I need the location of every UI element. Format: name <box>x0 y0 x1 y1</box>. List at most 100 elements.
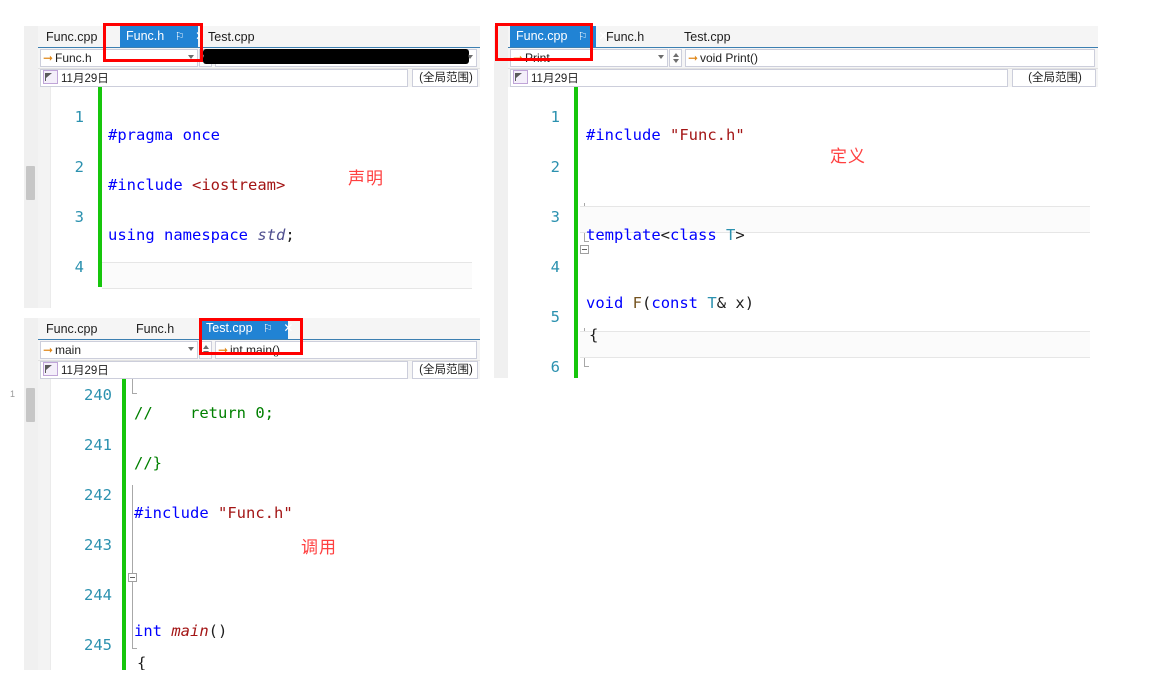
member-list-combo-func-cpp[interactable]: ➞ void Print() <box>685 49 1095 67</box>
tab-func-cpp[interactable]: Func.cpp <box>40 27 103 47</box>
editor-panel-test-cpp: Func.cpp Func.h Test.cpp ⚐ ✕ ➞ main ➞ in… <box>24 318 480 670</box>
panel-inner-func-cpp: Func.cpp ⚐ ✕ Func.h Test.cpp ➞ Print ➞ v… <box>508 26 1098 378</box>
global-scope-label: (全局范围) <box>1028 72 1082 84</box>
pin-icon[interactable]: ⚐ <box>578 27 588 48</box>
line-number: 3 <box>74 208 84 226</box>
tab-func-cpp[interactable]: Func.cpp <box>40 319 103 339</box>
line-number: 3 <box>550 208 560 226</box>
tab-func-h[interactable]: Func.h <box>600 27 650 47</box>
close-icon[interactable]: ✕ <box>283 318 293 339</box>
tab-func-cpp[interactable]: Func.cpp ⚐ ✕ <box>510 26 608 48</box>
spinner-up-icon[interactable] <box>203 345 209 349</box>
tab-label: Func.cpp <box>46 322 98 336</box>
combo-value: int main() <box>230 343 281 357</box>
member-list-combo-test-cpp[interactable]: ➞ int main() <box>215 341 477 359</box>
line-number: 5 <box>38 305 84 308</box>
combo-value: void Print() <box>700 51 759 65</box>
tab-label: Test.cpp <box>206 321 253 335</box>
tabstrip-test-cpp: Func.cpp Func.h Test.cpp ⚐ ✕ <box>38 318 480 340</box>
panel-inner-func-h: Func.cpp Func.h ⚐ ✕ Test.cpp ➞ Func.h 11… <box>38 26 480 308</box>
member-scope-combo-func-cpp[interactable]: ➞ Print <box>510 49 668 67</box>
tab-test-cpp[interactable]: Test.cpp ⚐ ✕ <box>200 318 293 340</box>
tab-test-cpp[interactable]: Test.cpp <box>202 27 261 47</box>
code-area-func-h[interactable]: 1 #pragma once 2 #include <iostream> 3 u… <box>38 87 480 308</box>
tabstrip-func-h: Func.cpp Func.h ⚐ ✕ Test.cpp <box>38 26 480 48</box>
spinner-down-icon[interactable] <box>203 351 209 355</box>
code-area-test-cpp[interactable]: 240 // return 0; 241 //} 242 #include "F… <box>38 379 480 670</box>
line-number: 2 <box>74 158 84 176</box>
scrollbar-thumb-func-h[interactable] <box>26 166 35 200</box>
tab-func-h[interactable]: Func.h ⚐ ✕ <box>120 26 205 48</box>
scopebar-func-cpp: 11月29日 (全局范围) <box>508 69 1098 89</box>
code-line: 4 void F(const T& x) <box>508 237 1098 312</box>
arrow-right-icon: ➞ <box>512 51 524 65</box>
global-scope-box-func-cpp[interactable]: (全局范围) <box>1012 69 1096 87</box>
code-line: 3 template<class T> <box>508 187 1098 244</box>
member-scope-combo-test-cpp[interactable]: ➞ main <box>40 341 198 359</box>
current-line-highlight-func-h <box>102 262 472 289</box>
code-line: 246 F(1); <box>38 665 480 670</box>
chevron-down-icon[interactable] <box>658 55 664 59</box>
redaction-bar-lower <box>203 55 469 64</box>
line-number: 5 <box>550 308 560 326</box>
combo-value: Func.h <box>55 51 92 65</box>
global-scope-label: (全局范围) <box>419 364 473 376</box>
fold-toggle-icon[interactable] <box>128 573 137 582</box>
tab-label: Func.cpp <box>46 30 98 44</box>
tabstrip-func-cpp: Func.cpp ⚐ ✕ Func.h Test.cpp <box>508 26 1098 48</box>
editor-panel-func-h: Func.cpp Func.h ⚐ ✕ Test.cpp ➞ Func.h 11… <box>24 26 480 308</box>
pin-icon[interactable]: ⚐ <box>263 319 273 340</box>
nav-spinner-func-cpp[interactable] <box>669 49 682 67</box>
flag-icon <box>513 70 528 84</box>
date-label: 11月29日 <box>61 365 109 377</box>
annotation-declaration: 声明 <box>348 169 384 189</box>
annotation-definition: 定义 <box>830 147 866 167</box>
code-line: 1 #include "Func.h" <box>508 87 1098 144</box>
date-scope-box-test-cpp[interactable]: 11月29日 <box>40 361 408 379</box>
chevron-down-icon[interactable] <box>188 347 194 351</box>
screenshot-root: Func.cpp Func.h ⚐ ✕ Test.cpp ➞ Func.h 11… <box>0 0 1157 679</box>
code-line: 3 using namespace std; <box>38 187 480 244</box>
arrow-right-icon: ➞ <box>42 343 54 357</box>
panel-left-strip-func-cpp <box>494 26 509 378</box>
spinner-down-icon[interactable] <box>673 59 679 63</box>
line-number: 240 <box>84 386 112 404</box>
code-line: 245 { <box>38 615 480 670</box>
code-line: 1 #pragma once <box>38 87 480 144</box>
line-number: 243 <box>84 536 112 554</box>
arrow-right-icon: ➞ <box>687 51 699 65</box>
code-line: 241 //} <box>38 415 480 472</box>
line-number: 1 <box>550 108 560 126</box>
line-text: cout << "void F(const T& x)" << endl; <box>589 373 971 378</box>
code-area-func-cpp[interactable]: 1 #include "Func.h" 2 3 template<class T… <box>508 87 1098 378</box>
nav-spinner-test-cpp[interactable] <box>199 341 212 359</box>
tab-func-h[interactable]: Func.h <box>130 319 180 339</box>
scopebar-test-cpp: 11月29日 (全局范围) <box>38 361 480 381</box>
line-number: 242 <box>84 486 112 504</box>
chevron-down-icon[interactable] <box>188 55 194 59</box>
date-label: 11月29日 <box>531 73 579 85</box>
date-label: 11月29日 <box>61 73 109 85</box>
date-scope-box-func-h[interactable]: 11月29日 <box>40 69 408 87</box>
date-scope-box-func-cpp[interactable]: 11月29日 <box>510 69 1008 87</box>
spinner-up-icon[interactable] <box>673 53 679 57</box>
fold-toggle-icon[interactable] <box>580 245 589 254</box>
global-scope-box-test-cpp[interactable]: (全局范围) <box>412 361 478 379</box>
code-line: 5 { <box>508 287 1098 344</box>
annotation-call: 调用 <box>301 538 337 558</box>
line-number: 6 <box>550 358 560 376</box>
global-scope-box-func-h[interactable]: (全局范围) <box>412 69 478 87</box>
pin-icon[interactable]: ⚐ <box>175 27 185 48</box>
scrollbar-thumb-test-cpp[interactable] <box>26 388 35 422</box>
fold-guide-end-main <box>132 648 137 649</box>
line-number: 241 <box>84 436 112 454</box>
tab-label: Test.cpp <box>208 30 255 44</box>
flag-icon <box>43 362 58 376</box>
code-line: 2 #include <iostream> <box>38 137 480 194</box>
code-line: 242 #include "Func.h" <box>38 465 480 522</box>
member-scope-combo-func-h[interactable]: ➞ Func.h <box>40 49 198 67</box>
arrow-right-icon: ➞ <box>42 51 54 65</box>
navbar-test-cpp: ➞ main ➞ int main() <box>38 340 480 361</box>
tab-test-cpp[interactable]: Test.cpp <box>678 27 737 47</box>
code-line: 244 int main() <box>38 565 480 640</box>
